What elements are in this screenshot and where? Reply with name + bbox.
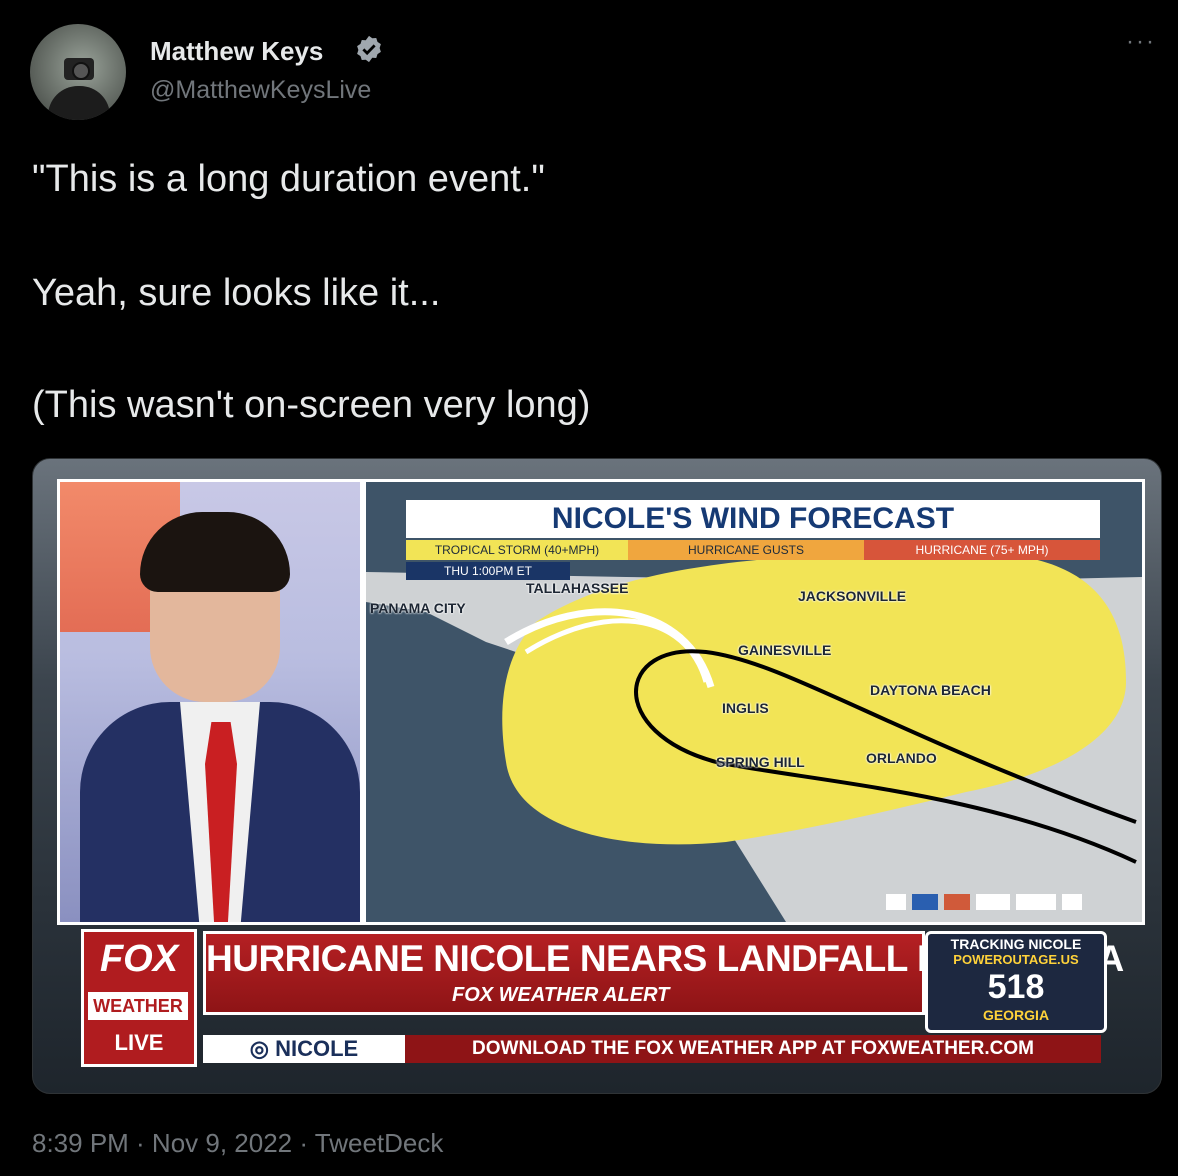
dot-icon [886,894,906,910]
tracker-state: GEORGIA [982,1007,1050,1023]
more-options-icon[interactable]: ··· [1126,28,1156,56]
map-title: NICOLE'S WIND FORECAST [406,500,1100,538]
tracker-source: POWEROUTAGE.US [953,952,1079,967]
legend-tropical-storm: TROPICAL STORM (40+MPH) [406,540,628,560]
tweet-text-line-2: Yeah, sure looks like it... [32,272,441,314]
map-controls [886,894,1126,910]
city-label: INGLIS [722,700,769,716]
pen-icon [1016,894,1056,910]
forecast-time: THU 1:00PM ET [406,562,570,580]
fox-logo-text: FOX [99,938,179,980]
city-label: TALLAHASSEE [526,580,629,596]
ticker-text: DOWNLOAD THE FOX WEATHER APP AT FOXWEATH… [405,1035,1101,1063]
city-label: JACKSONVILLE [798,588,907,604]
fox-weather-logo: FOX WEATHER LIVE [81,929,197,1067]
tracker-value: 518 [987,968,1045,1006]
city-label: DAYTONA BEACH [870,682,991,698]
verified-badge-icon [357,35,381,63]
power-outage-tracker: TRACKING NICOLE POWEROUTAGE.US 518 GEORG… [925,931,1107,1033]
alert-label: FOX WEATHER ALERT [452,984,670,1006]
tweet-text-line-3: (This wasn't on-screen very long) [32,384,591,426]
anchor-video-panel [57,479,363,925]
city-label: PANAMA CITY [370,600,466,616]
eraser-icon [976,894,1010,910]
author-avatar[interactable] [30,24,126,120]
forecast-map-panel: NICOLE'S WIND FORECAST TROPICAL STORM (4… [363,479,1145,925]
author-name[interactable]: Matthew Keys [150,36,323,67]
legend-hurricane-gusts: HURRICANE GUSTS [628,540,864,560]
city-label: GAINESVILLE [738,642,832,658]
tracker-title: TRACKING NICOLE [950,936,1082,952]
headline-text: HURRICANE NICOLE NEARS LANDFALL IN FLORI… [206,938,1124,979]
tweet-timestamp[interactable]: 8:39 PM · Nov 9, 2022 · TweetDeck [32,1128,443,1159]
home-icon [1062,894,1082,910]
author-handle[interactable]: @MatthewKeysLive [150,76,371,105]
weather-logo-text: WEATHER [88,992,188,1020]
headline-bar: HURRICANE NICOLE NEARS LANDFALL IN FLORI… [203,931,1124,1015]
city-label: ORLANDO [866,750,937,766]
live-badge: LIVE [114,1030,164,1055]
blue-swatch-icon [912,894,938,910]
legend-hurricane: HURRICANE (75+ MPH) [864,540,1100,560]
red-swatch-icon [944,894,970,910]
ticker-tag: ◎ NICOLE [203,1035,405,1063]
tweet-media-image[interactable]: NICOLE'S WIND FORECAST TROPICAL STORM (4… [32,458,1162,1094]
tweet-text-line-1: "This is a long duration event." [32,158,545,200]
city-label: SPRING HILL [716,754,805,770]
